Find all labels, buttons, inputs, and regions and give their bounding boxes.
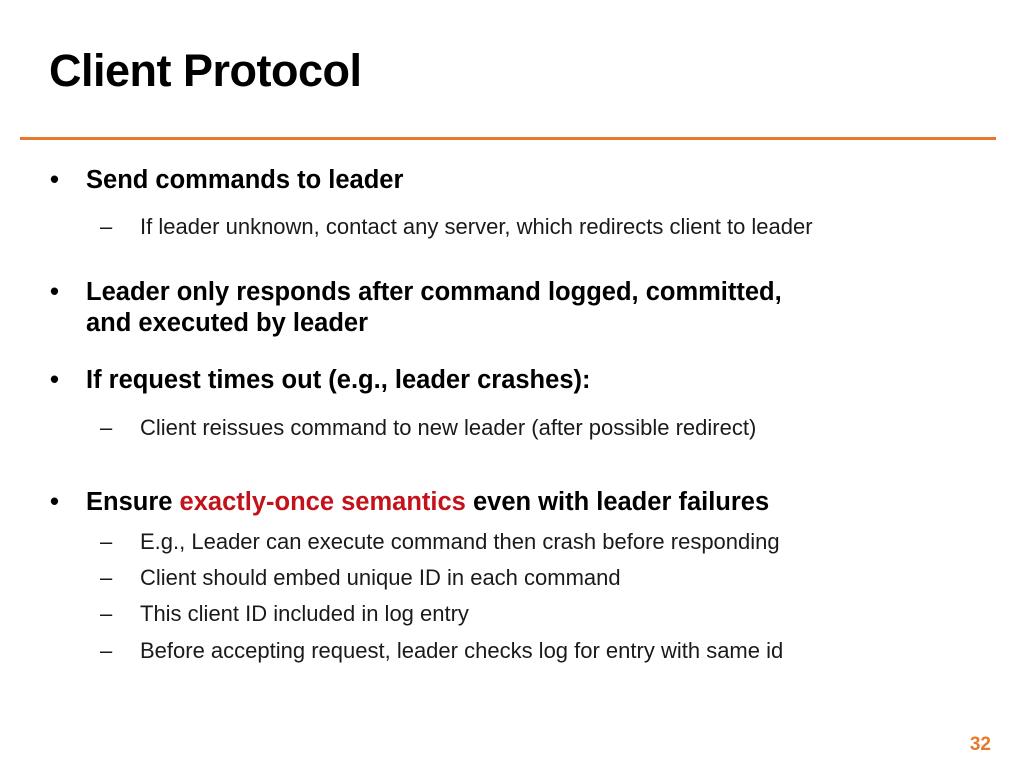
- sub-bullet-marker: –: [100, 214, 113, 240]
- sub-bullet-text: Before accepting request, leader checks …: [140, 637, 784, 663]
- bullet-item: • Ensure exactly-once semantics even wit…: [0, 487, 1024, 518]
- bullet-item: • Leader only responds after command log…: [0, 277, 1024, 340]
- bullet-marker: •: [50, 166, 59, 194]
- bullet-text: Leader only responds after command logge…: [86, 277, 782, 338]
- sub-bullet-marker: –: [100, 564, 113, 590]
- slide: Client Protocol • Send commands to leade…: [0, 0, 1024, 768]
- sub-bullet-text: This client ID included in log entry: [140, 601, 469, 627]
- sub-bullet-text: Client should embed unique ID in each co…: [140, 564, 621, 590]
- sub-bullet-item: – Client should embed unique ID in each …: [0, 565, 1024, 591]
- bullet-marker: •: [50, 277, 59, 306]
- bullet-text: If request times out (e.g., leader crash…: [86, 366, 591, 395]
- sub-bullet-item: – Client reissues command to new leader …: [0, 415, 1024, 441]
- sub-bullet-marker: –: [100, 601, 113, 627]
- bullet-marker: •: [50, 366, 59, 395]
- spacer-blank-line: [0, 441, 1024, 487]
- bullet-text: Send commands to leader: [86, 166, 404, 194]
- page-number: 32: [969, 734, 991, 755]
- sub-bullet-item: – This client ID included in log entry: [0, 601, 1024, 627]
- bullet-item: • If request times out (e.g., leader cra…: [0, 365, 1024, 396]
- page-title: Client Protocol: [49, 45, 362, 96]
- bullet-marker: •: [50, 488, 59, 517]
- bullet-item: • Send commands to leader: [0, 165, 1024, 196]
- sub-bullet-text: If leader unknown, contact any server, w…: [140, 214, 813, 240]
- sub-bullet-item: – If leader unknown, contact any server,…: [0, 214, 1024, 240]
- bullet-text-after: even with leader failures: [465, 488, 770, 517]
- sub-bullet-item: – Before accepting request, leader check…: [0, 638, 1024, 664]
- sub-bullet-marker: –: [100, 414, 113, 440]
- sub-bullet-text: E.g., Leader can execute command then cr…: [140, 528, 780, 554]
- sub-bullet-text: Client reissues command to new leader (a…: [140, 414, 757, 440]
- bullet-text-before: Ensure: [86, 488, 180, 517]
- title-divider: [20, 137, 996, 140]
- sub-bullet-marker: –: [100, 637, 113, 663]
- slide-body: • Send commands to leader – If leader un…: [0, 165, 1024, 664]
- sub-bullet-marker: –: [100, 528, 113, 554]
- highlighted-term: exactly-once semantics: [179, 488, 466, 517]
- sub-bullet-item: – E.g., Leader can execute command then …: [0, 529, 1024, 555]
